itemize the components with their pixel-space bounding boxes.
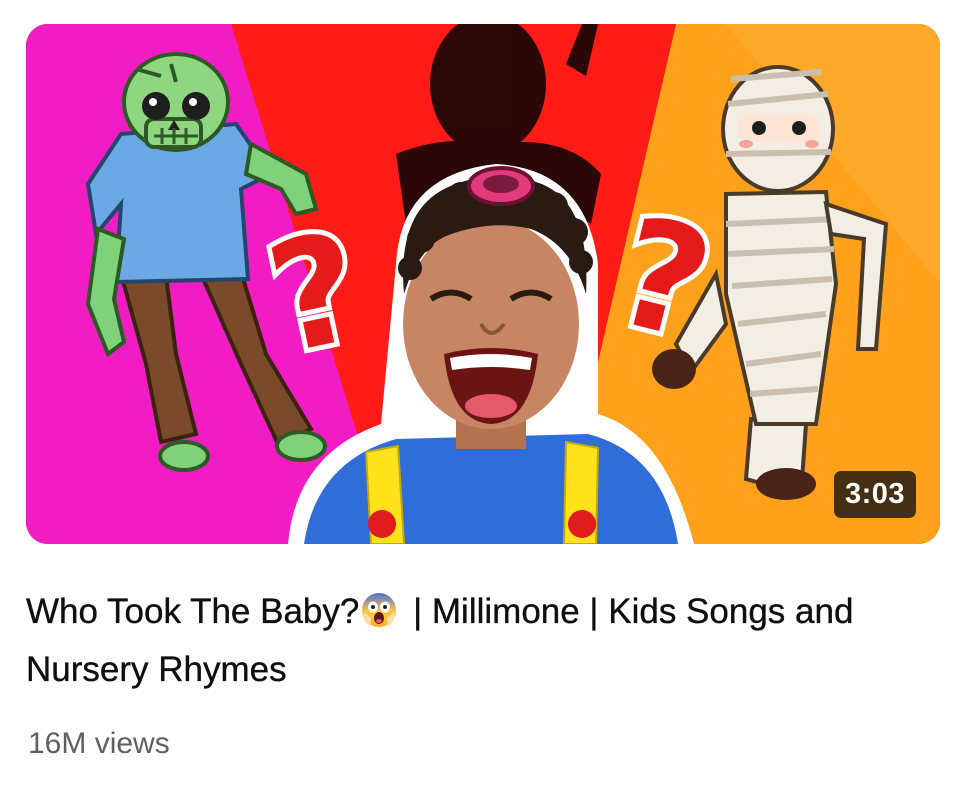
view-count: 16M views	[28, 727, 170, 760]
duration-badge: 3:03	[833, 471, 916, 518]
video-title[interactable]: Who Took The Baby? | Millimone | Kids So…	[26, 583, 906, 699]
video-title-part1: Who Took The Baby?	[26, 592, 360, 631]
screaming-face-icon	[361, 592, 397, 628]
video-card[interactable]: ? ? 3:03 Who Took The Baby? | Millimone …	[0, 0, 962, 804]
thumbnail-artwork: ? ?	[26, 24, 940, 544]
video-thumbnail[interactable]: ? ? 3:03	[26, 24, 940, 544]
